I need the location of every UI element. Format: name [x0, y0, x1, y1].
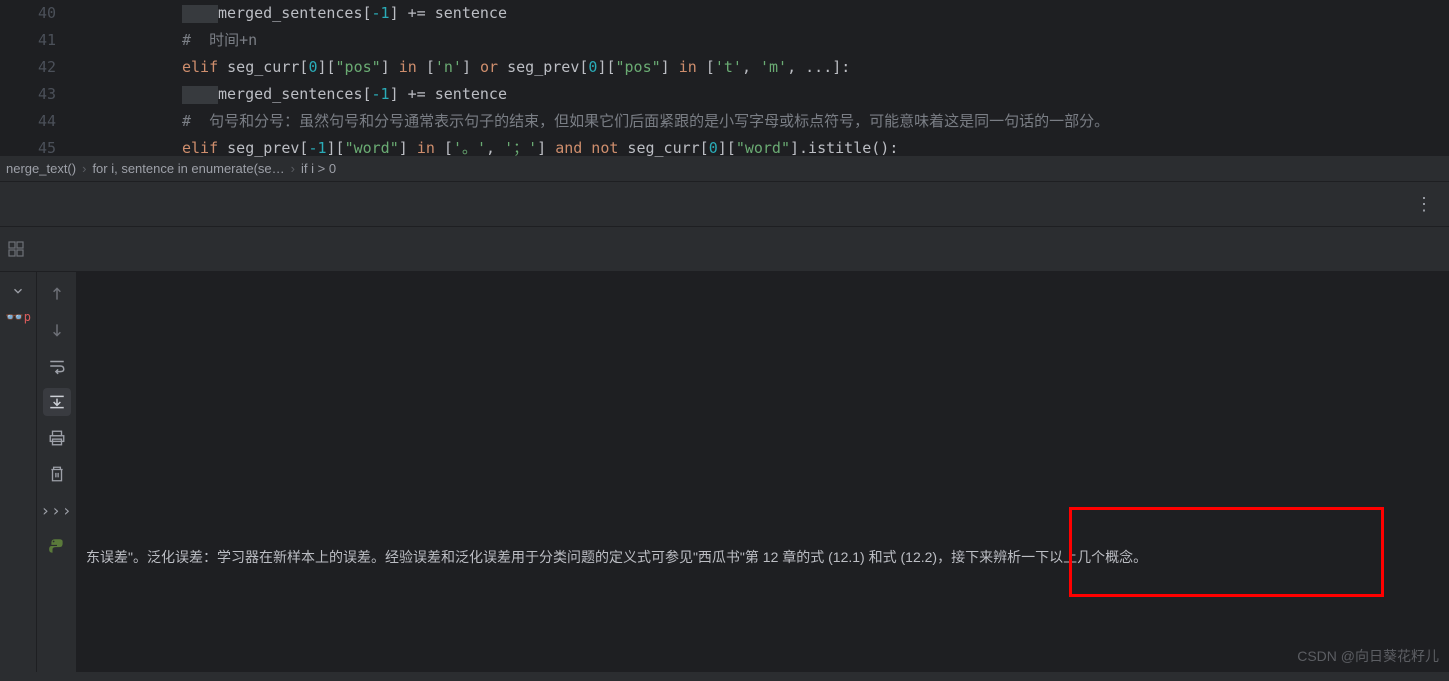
line-number: 45 — [0, 135, 72, 162]
run-panel: 👓 p ››› 东误差"。泛化误差：学习器在新样本上的误差。经验误差和泛化误差用… — [0, 272, 1449, 672]
breadcrumb-item[interactable]: nerge_text() — [0, 161, 82, 176]
scroll-to-end-icon[interactable] — [43, 388, 71, 416]
code-content[interactable]: merged_sentences[-1] += sentence # 时间+n … — [72, 0, 1449, 155]
panel-header: ⋮ — [0, 182, 1449, 227]
debugger-icon[interactable]: 👓 p — [7, 306, 29, 328]
python-icon[interactable] — [43, 532, 71, 560]
watermark: CSDN @向日葵花籽儿 — [1297, 646, 1439, 666]
line-number: 40 — [0, 0, 72, 27]
code-line[interactable]: elif seg_curr[0]["pos"] in ['n'] or seg_… — [72, 54, 1449, 81]
code-line[interactable]: elif seg_prev[-1]["word"] in ['。', '；'] … — [72, 135, 1449, 162]
arrow-down-icon[interactable] — [43, 316, 71, 344]
code-line[interactable]: # 时间+n — [72, 27, 1449, 54]
code-line[interactable]: merged_sentences[-1] += sentence — [72, 81, 1449, 108]
editor-area: 40 41 42 43 44 45 merged_sentences[-1] +… — [0, 0, 1449, 155]
line-number: 42 — [0, 54, 72, 81]
structure-icon[interactable] — [0, 241, 32, 257]
more-icon[interactable]: ››› — [43, 496, 71, 524]
breadcrumb-item[interactable]: if i > 0 — [295, 161, 342, 176]
code-line[interactable]: # 句号和分号：虽然句号和分号通常表示句子的结束，但如果它们后面紧跟的是小写字母… — [72, 108, 1449, 135]
more-menu-icon[interactable]: ⋮ — [1415, 194, 1433, 215]
print-icon[interactable] — [43, 424, 71, 452]
left-tab-bar: 👓 p — [0, 272, 36, 672]
console-output[interactable]: 东误差"。泛化误差：学习器在新样本上的误差。经验误差和泛化误差用于分类问题的定义… — [76, 272, 1449, 672]
output-text: 东误差"。泛化误差：学习器在新样本上的误差。经验误差和泛化误差用于分类问题的定义… — [86, 547, 1439, 567]
arrow-up-icon[interactable] — [43, 280, 71, 308]
line-number: 41 — [0, 27, 72, 54]
soft-wrap-icon[interactable] — [43, 352, 71, 380]
chevron-down-icon[interactable] — [7, 280, 29, 302]
trash-icon[interactable] — [43, 460, 71, 488]
line-number: 43 — [0, 81, 72, 108]
line-gutter: 40 41 42 43 44 45 — [0, 0, 72, 155]
tool-column: ››› — [36, 272, 76, 672]
breadcrumb-item[interactable]: for i, sentence in enumerate(se… — [86, 161, 290, 176]
code-line[interactable]: merged_sentences[-1] += sentence — [72, 0, 1449, 27]
line-number: 44 — [0, 108, 72, 135]
panel-subheader — [0, 227, 1449, 272]
